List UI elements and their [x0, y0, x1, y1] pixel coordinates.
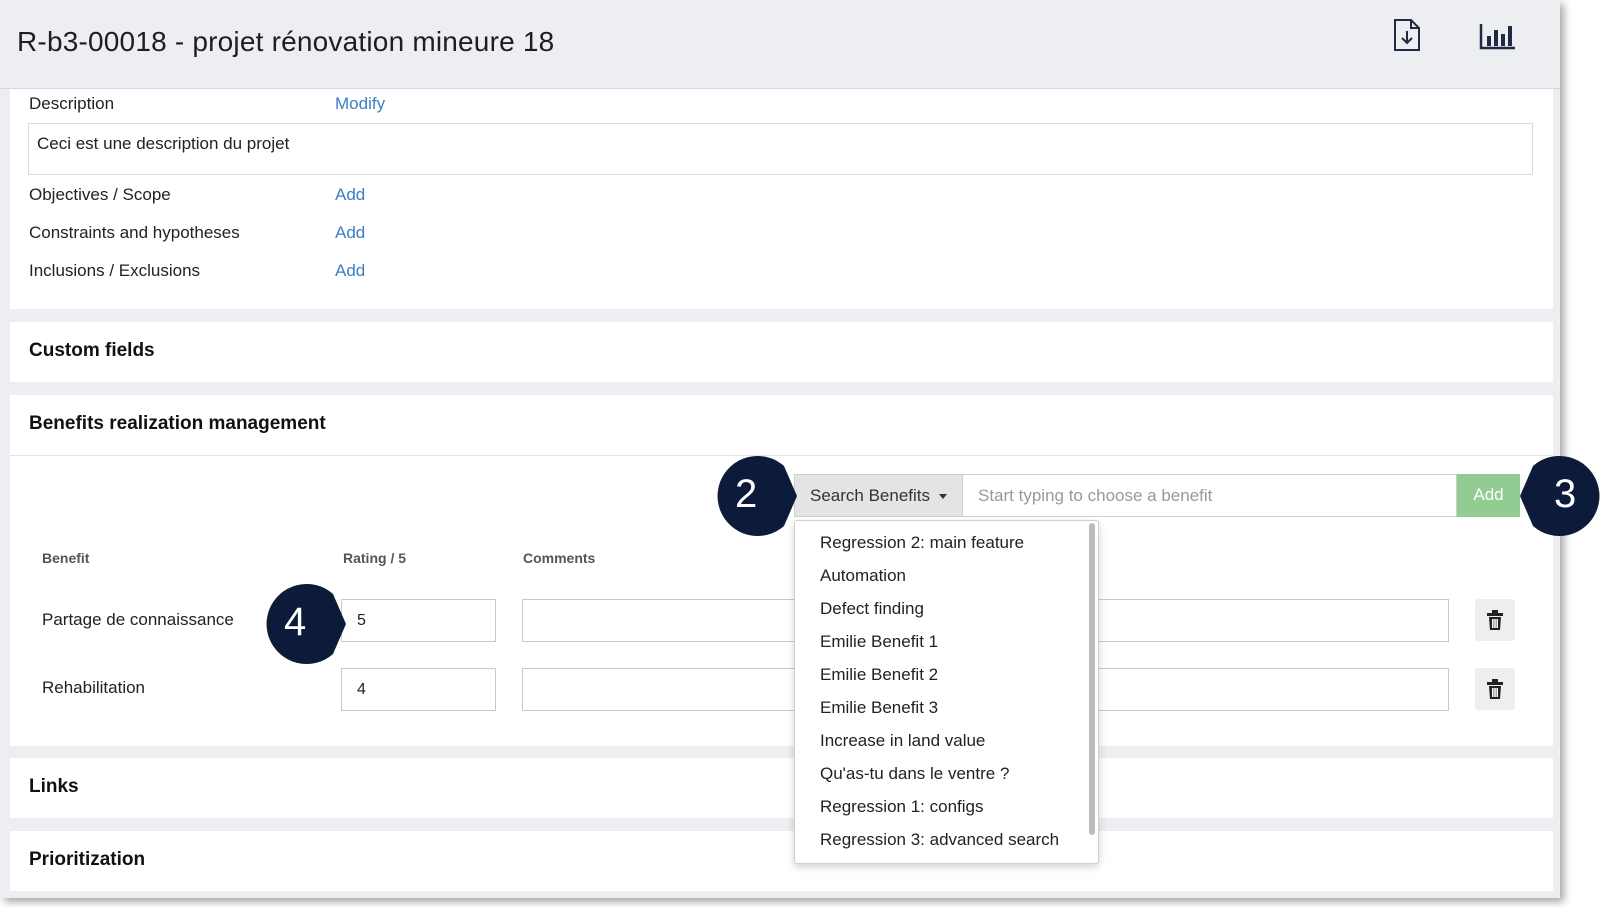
inclusions-label: Inclusions / Exclusions	[29, 261, 201, 280]
constraints-label: Constraints and hypotheses	[29, 223, 240, 242]
dropdown-option[interactable]: Defect finding	[820, 599, 924, 619]
add-objectives-link[interactable]: Add	[335, 185, 365, 205]
description-card: Description Modify Ceci est une descript…	[10, 89, 1553, 309]
bar-chart-icon[interactable]	[1479, 22, 1517, 55]
prioritization-title: Prioritization	[29, 849, 146, 870]
add-inclusions-link[interactable]: Add	[335, 261, 365, 281]
rating-column-header: Rating / 5	[343, 550, 407, 566]
dropdown-option[interactable]: Increase in land value	[820, 731, 985, 751]
file-download-icon[interactable]	[1393, 18, 1421, 57]
callout-2-number: 2	[735, 472, 758, 516]
dropdown-option[interactable]: Emilie Benefit 2	[820, 665, 938, 685]
benefits-dropdown: Regression 2: main feature Automation De…	[794, 520, 1099, 864]
comments-column-header: Comments	[523, 550, 596, 566]
rating-input[interactable]: 5	[341, 599, 496, 642]
callout-3-number: 3	[1554, 472, 1577, 516]
callout-2: 2	[717, 454, 799, 543]
objectives-label: Objectives / Scope	[29, 185, 171, 204]
benefits-title: Benefits realization management	[29, 413, 326, 434]
dropdown-option[interactable]: Regression 1: configs	[820, 797, 983, 817]
modify-description-link[interactable]: Modify	[335, 94, 385, 114]
links-section[interactable]: Links	[10, 758, 1553, 818]
benefits-section: Benefits realization management Benefit …	[10, 395, 1553, 746]
trash-icon	[1487, 679, 1503, 699]
links-title: Links	[29, 776, 79, 797]
benefit-name: Rehabilitation	[42, 678, 146, 697]
app-window: R-b3-00018 - projet rénovation mineure 1…	[0, 0, 1600, 898]
page-title: R-b3-00018 - projet rénovation mineure 1…	[17, 26, 555, 57]
custom-fields-title: Custom fields	[29, 340, 155, 361]
dropdown-option[interactable]: Emilie Benefit 3	[820, 698, 938, 718]
rating-input[interactable]: 4	[341, 668, 496, 711]
callout-4-number: 4	[284, 600, 307, 644]
dropdown-option[interactable]: Emilie Benefit 1	[820, 632, 938, 652]
search-benefits-label: Search Benefits	[810, 486, 931, 505]
dropdown-option[interactable]: Automation	[820, 566, 906, 586]
page-header: R-b3-00018 - projet rénovation mineure 1…	[0, 0, 1560, 89]
description-label: Description	[29, 94, 115, 113]
delete-benefit-button[interactable]	[1475, 599, 1515, 641]
callout-3: 3	[1518, 454, 1600, 543]
dropdown-scrollbar[interactable]	[1089, 523, 1095, 835]
dropdown-option[interactable]: Regression 2: main feature	[820, 533, 1024, 553]
dropdown-option[interactable]: Qu'as-tu dans le ventre ?	[820, 764, 1009, 784]
benefit-name: Partage de connaissance	[42, 610, 234, 629]
caret-down-icon	[938, 494, 947, 500]
description-text: Ceci est une description du projet	[28, 123, 1533, 175]
trash-icon	[1487, 610, 1503, 630]
benefit-search-input[interactable]: Start typing to choose a benefit	[963, 474, 1457, 517]
dropdown-option[interactable]: Regression 3: advanced search	[820, 830, 1059, 850]
add-benefit-button[interactable]: Add	[1457, 474, 1520, 517]
delete-benefit-button[interactable]	[1475, 668, 1515, 710]
benefit-column-header: Benefit	[42, 550, 90, 566]
callout-4: 4	[266, 582, 348, 671]
add-constraints-link[interactable]: Add	[335, 223, 365, 243]
custom-fields-section[interactable]: Custom fields	[10, 322, 1553, 382]
search-benefits-button[interactable]: Search Benefits	[794, 474, 963, 517]
prioritization-section[interactable]: Prioritization	[10, 831, 1553, 891]
